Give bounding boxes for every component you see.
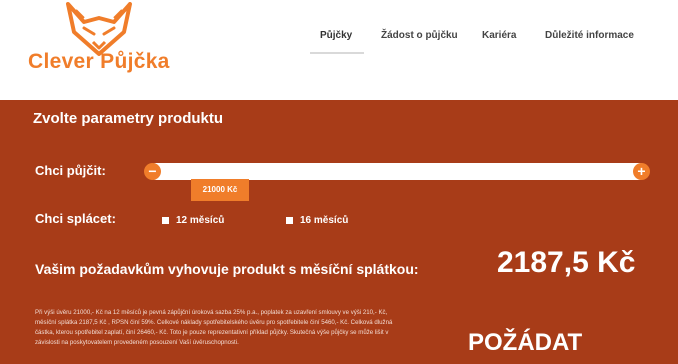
slider-plus-button[interactable]: + [633,163,650,180]
option-16-months[interactable]: 16 měsíců [286,213,348,227]
logo[interactable]: Clever Půjčka [28,2,178,82]
option-12-months[interactable]: 12 měsíců [162,213,224,227]
nav-item-zadost[interactable]: Žádost o půjčku [381,30,458,41]
nav-item-pujcky[interactable]: Půjčky [320,30,352,41]
result-text: Vašim požadavkům vyhovuje produkt s měsí… [35,261,419,277]
checkbox-12-months[interactable] [162,216,169,224]
loan-calculator-panel: Zvolte parametry produktu Chci půjčit: −… [0,100,678,364]
amount-slider-track[interactable] [148,163,648,180]
repay-label: Chci splácet: [35,211,116,226]
slider-value-handle[interactable]: 21000 Kč [191,179,249,201]
site-header: Clever Půjčka Půjčky Žádost o půjčku Kar… [0,0,678,100]
logo-text: Clever Půjčka [28,50,170,73]
slider-minus-button[interactable]: − [144,163,161,180]
option-16-months-label: 16 měsíců [300,214,349,226]
option-12-months-label: 12 měsíců [176,214,225,226]
monthly-payment-amount: 2187,5 Kč [497,246,636,279]
panel-title: Zvolte parametry produktu [33,110,224,127]
checkbox-16-months[interactable] [286,216,293,224]
nav-item-kariera[interactable]: Kariéra [482,30,516,41]
legal-disclaimer: Při výši úvěru 21000,- Kč na 12 měsíců j… [35,309,393,346]
apply-button[interactable]: POŽÁDAT [468,329,582,357]
nav-active-indicator [310,52,364,54]
borrow-label: Chci půjčit: [35,163,106,178]
nav-item-dulezite-informace[interactable]: Důležité informace [545,30,634,41]
fox-icon [66,2,132,56]
